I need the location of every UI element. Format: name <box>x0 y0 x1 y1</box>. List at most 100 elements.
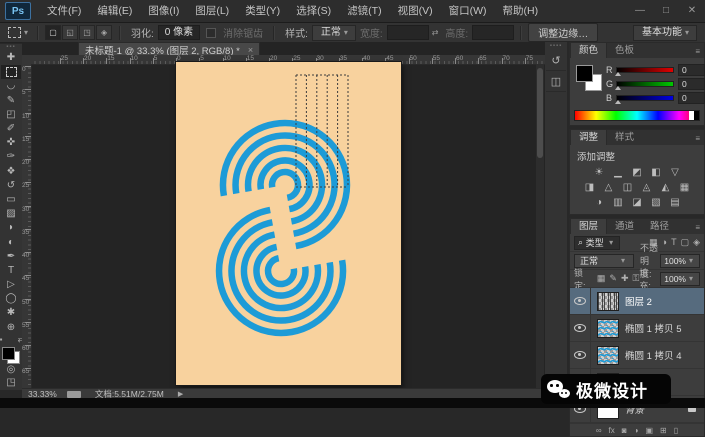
panel-menu-icon[interactable]: ≡ <box>695 47 704 58</box>
maximize-button[interactable]: □ <box>653 0 679 22</box>
eraser-tool[interactable]: ▭ <box>1 193 21 207</box>
opacity-select[interactable]: 100% ▾ <box>660 253 700 268</box>
filter-type-layers-icon[interactable]: T <box>671 237 677 248</box>
menu-item-7[interactable]: 视图(V) <box>390 0 441 22</box>
layer-row[interactable]: 椭圆 1 拷贝 4 <box>570 342 704 369</box>
color-swatches[interactable] <box>2 346 20 364</box>
pen-tool[interactable]: ✒ <box>1 250 21 264</box>
feather-input[interactable]: 0 像素 <box>157 25 201 40</box>
threshold-icon[interactable]: ◪ <box>630 196 645 209</box>
clone-stamp-tool[interactable]: ❖ <box>1 165 21 179</box>
default-colors-icon[interactable]: ▪ <box>0 335 11 345</box>
tab-channels[interactable]: 通道 <box>607 219 642 234</box>
curves-icon[interactable]: ◩ <box>630 166 645 179</box>
posterize-icon[interactable]: ▥ <box>611 196 626 209</box>
channel-value-input[interactable]: 0 <box>678 92 705 104</box>
layer-filter-type-select[interactable]: ⌕ 类型 ▾ <box>574 235 621 250</box>
tab-styles[interactable]: 样式 <box>607 130 642 145</box>
exposure-icon[interactable]: ◧ <box>649 166 664 179</box>
hand-tool[interactable]: ✱ <box>1 306 21 320</box>
panel-foreground-swatch[interactable] <box>576 65 593 82</box>
vibrance-icon[interactable]: ▽ <box>668 166 683 179</box>
layer-effects-icon[interactable]: fx <box>609 426 615 435</box>
filter-smart-objects-icon[interactable]: ◈ <box>693 237 700 248</box>
tab-layers[interactable]: 图层 <box>570 218 608 234</box>
style-select[interactable]: 正常 ▾ <box>311 24 356 41</box>
subtract-selection-button[interactable]: ◳ <box>79 25 96 40</box>
add-selection-button[interactable]: ◱ <box>62 25 79 40</box>
rectangular-marquee-tool[interactable] <box>1 65 21 80</box>
quick-mask-button[interactable]: ◎ <box>1 364 21 377</box>
channel-value-input[interactable]: 0 <box>678 78 705 90</box>
document-close-icon[interactable]: × <box>248 45 253 55</box>
menu-item-3[interactable]: 图层(L) <box>187 0 237 22</box>
menu-item-1[interactable]: 编辑(E) <box>89 0 140 22</box>
channel-slider[interactable] <box>615 67 674 76</box>
visibility-toggle[interactable] <box>570 342 591 368</box>
zoom-tool[interactable]: ⊕ <box>1 321 21 335</box>
brush-tool[interactable]: ✑ <box>1 150 21 164</box>
channel-slider-thumb[interactable] <box>615 72 621 76</box>
layer-thumbnail[interactable] <box>597 291 619 311</box>
layer-row[interactable]: 图层 2 <box>570 288 704 315</box>
properties-panel-icon[interactable]: ◫ <box>546 71 566 92</box>
swap-dimensions-icon[interactable]: ⇄ <box>432 28 439 37</box>
panel-menu-icon[interactable]: ≡ <box>695 223 704 234</box>
antialias-checkbox[interactable] <box>206 27 217 38</box>
menu-item-0[interactable]: 文件(F) <box>39 0 89 22</box>
shape-tool[interactable]: ◯ <box>1 292 21 306</box>
vertical-scrollbar-thumb[interactable] <box>537 68 543 158</box>
tool-preset-marquee-icon[interactable] <box>8 27 21 38</box>
visibility-toggle[interactable] <box>570 315 591 341</box>
menu-item-9[interactable]: 帮助(H) <box>495 0 547 22</box>
new-group-icon[interactable]: ▣ <box>645 426 653 435</box>
layer-thumbnail[interactable] <box>597 345 619 365</box>
menu-item-2[interactable]: 图像(I) <box>140 0 187 22</box>
levels-icon[interactable]: ▁ <box>611 166 626 179</box>
black-white-icon[interactable]: ◫ <box>620 181 635 194</box>
path-selection-tool[interactable]: ▷ <box>1 278 21 292</box>
height-input[interactable] <box>472 25 515 40</box>
menu-item-8[interactable]: 窗口(W) <box>441 0 495 22</box>
gradient-map-icon[interactable]: ▤ <box>668 196 683 209</box>
color-balance-icon[interactable]: △ <box>601 181 616 194</box>
tool-preset-caret-icon[interactable]: ▾ <box>24 28 28 37</box>
close-button[interactable]: ✕ <box>679 0 705 22</box>
hue-saturation-icon[interactable]: ◨ <box>582 181 597 194</box>
fill-select[interactable]: 100% ▾ <box>660 271 700 286</box>
toolbar-grip[interactable]: ▪▪▪ <box>6 44 15 51</box>
invert-icon[interactable]: ◑ <box>592 196 607 209</box>
type-tool[interactable]: T <box>1 264 21 278</box>
intersect-selection-button[interactable]: ◈ <box>96 25 113 40</box>
filter-adjustment-layers-icon[interactable]: ◑ <box>662 237 667 248</box>
channel-slider[interactable] <box>615 95 674 104</box>
status-options-arrow[interactable]: ▶ <box>178 390 183 398</box>
menu-item-5[interactable]: 选择(S) <box>288 0 339 22</box>
layer-thumbnail[interactable] <box>597 318 619 338</box>
channel-slider[interactable] <box>615 81 674 90</box>
layer-mask-icon[interactable]: ◙ <box>622 426 627 435</box>
lock-transparent-icon[interactable]: ▦ <box>597 273 606 284</box>
spot-healing-tool[interactable]: ✜ <box>1 136 21 150</box>
color-lookup-icon[interactable]: ▦ <box>677 181 692 194</box>
tab-paths[interactable]: 路径 <box>642 219 677 234</box>
layer-row[interactable]: 椭圆 1 拷贝 5 <box>570 315 704 342</box>
tab-swatches[interactable]: 色板 <box>607 43 642 58</box>
screen-mode-button[interactable]: ◳ <box>1 377 21 390</box>
refine-edge-button[interactable]: 调整边缘… <box>528 23 599 42</box>
history-brush-tool[interactable]: ↺ <box>1 179 21 193</box>
brightness-contrast-icon[interactable]: ☀ <box>592 166 607 179</box>
delete-layer-icon[interactable]: ▯ <box>674 426 678 435</box>
lock-pixels-icon[interactable]: ✎ <box>609 273 617 284</box>
foreground-color-swatch[interactable] <box>2 346 15 360</box>
workspace-switcher[interactable]: 基本功能 ▾ <box>632 24 697 41</box>
tab-color[interactable]: 颜色 <box>570 42 608 58</box>
document-tab[interactable]: 未标题-1 @ 33.3% (图层 2, RGB/8) * × <box>78 42 261 57</box>
visibility-toggle[interactable] <box>570 288 591 314</box>
move-tool[interactable]: ✚ <box>1 51 21 65</box>
new-adjustment-layer-icon[interactable]: ◑ <box>634 426 639 435</box>
blur-tool[interactable]: ◗ <box>1 221 21 235</box>
panel-color-swatches[interactable] <box>576 65 602 91</box>
width-input[interactable] <box>386 25 429 40</box>
new-selection-button[interactable]: ▢ <box>45 25 62 40</box>
